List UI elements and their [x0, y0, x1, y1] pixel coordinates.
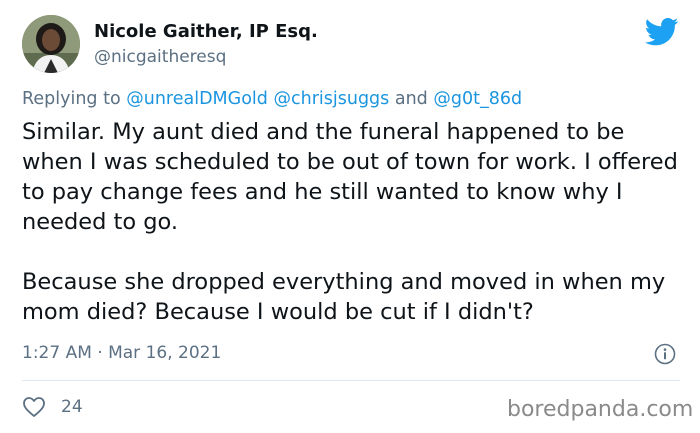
watermark: boredpanda.com [507, 397, 694, 422]
avatar-image [22, 15, 80, 73]
divider [22, 380, 680, 381]
tweet-text: Similar. My aunt died and the funeral ha… [22, 119, 678, 325]
reply-connector: and [389, 89, 434, 109]
mention-link-1[interactable]: @unrealDMGold [126, 89, 268, 109]
tweet-timestamp[interactable]: 1:27 AM · Mar 16, 2021 [22, 343, 221, 363]
author-display-name[interactable]: Nicole Gaither, IP Esq. [94, 21, 318, 42]
mention-link-2[interactable]: @chrisjsuggs [273, 89, 389, 109]
info-icon[interactable] [654, 343, 676, 365]
like-count: 24 [61, 397, 83, 417]
twitter-bird-icon[interactable] [645, 18, 679, 46]
author-handle[interactable]: @nicgaitheresq [94, 47, 226, 67]
reply-prefix: Replying to [22, 89, 127, 109]
avatar[interactable] [22, 15, 80, 73]
reply-context: Replying to @unrealDMGold @chrisjsuggs a… [22, 89, 522, 109]
heart-icon[interactable] [22, 396, 46, 418]
mention-link-3[interactable]: @g0t_86d [433, 89, 522, 109]
